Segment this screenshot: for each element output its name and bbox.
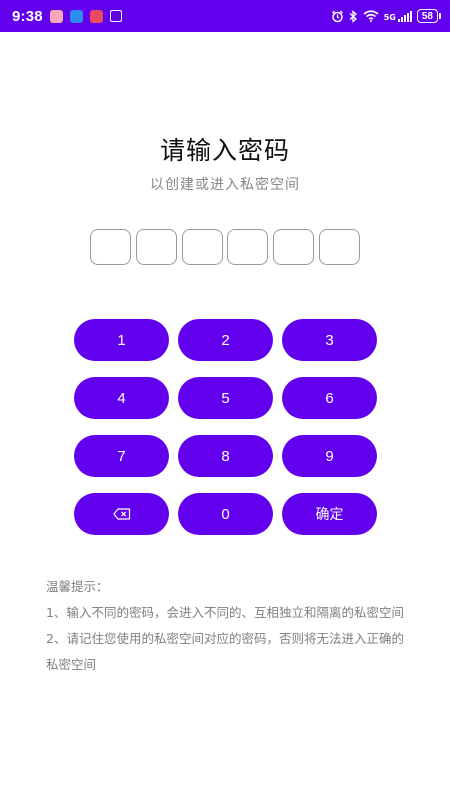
battery-level: 58: [421, 10, 433, 22]
pin-digit-box[interactable]: [181, 229, 223, 265]
key-1[interactable]: 1: [74, 319, 169, 361]
status-left: 9:38: [12, 8, 122, 25]
key-0[interactable]: 0: [178, 493, 273, 535]
network-type-label: 5G: [383, 12, 396, 22]
key-8[interactable]: 8: [178, 435, 273, 477]
key-5[interactable]: 5: [178, 377, 273, 419]
alarm-icon: [331, 10, 343, 22]
pin-digit-box[interactable]: [227, 229, 269, 265]
app-notification-icon: [89, 9, 103, 23]
status-time: 9:38: [12, 7, 43, 25]
tips-line-1: 1、输入不同的密码，会进入不同的、互相独立和隔离的私密空间: [46, 605, 404, 620]
bluetooth-icon: [349, 9, 357, 23]
confirm-button[interactable]: 确定: [282, 493, 377, 535]
page-title: 请输入密码: [159, 136, 290, 165]
key-2[interactable]: 2: [178, 319, 273, 361]
status-right: 5G 58: [331, 9, 442, 23]
backspace-button[interactable]: [74, 493, 169, 535]
key-7[interactable]: 7: [74, 435, 169, 477]
status-bar: 9:38 5G 58: [0, 0, 450, 32]
app-notification-icon: [49, 9, 63, 23]
pin-digit-box[interactable]: [90, 229, 131, 265]
pin-digit-box[interactable]: [273, 229, 315, 265]
pin-digit-box[interactable]: [135, 229, 177, 265]
tips-section: 温馨提示： 1、输入不同的密码，会进入不同的、互相独立和隔离的私密空间 2、请记…: [46, 574, 406, 678]
backspace-icon: [112, 508, 130, 520]
nfc-icon: [109, 10, 122, 22]
page-subtitle: 以创建或进入私密空间: [150, 177, 300, 193]
key-3[interactable]: 3: [282, 319, 377, 361]
wifi-icon: [363, 10, 379, 22]
signal-strength-icon: [397, 10, 412, 22]
key-9[interactable]: 9: [282, 435, 377, 477]
pin-digit-box[interactable]: [318, 229, 360, 265]
message-notification-icon: [69, 9, 83, 23]
tips-line-2: 2、请记住您使用的私密空间对应的密码，否则将无法进入正确的私密空间: [46, 631, 404, 672]
key-6[interactable]: 6: [282, 377, 377, 419]
key-4[interactable]: 4: [74, 377, 169, 419]
pin-input-row[interactable]: [90, 229, 360, 265]
tips-heading: 温馨提示：: [46, 579, 109, 594]
numeric-keypad: 1 2 3 4 5 6 7 8 9 0 确定: [74, 319, 377, 535]
battery-indicator: 58: [416, 9, 442, 23]
